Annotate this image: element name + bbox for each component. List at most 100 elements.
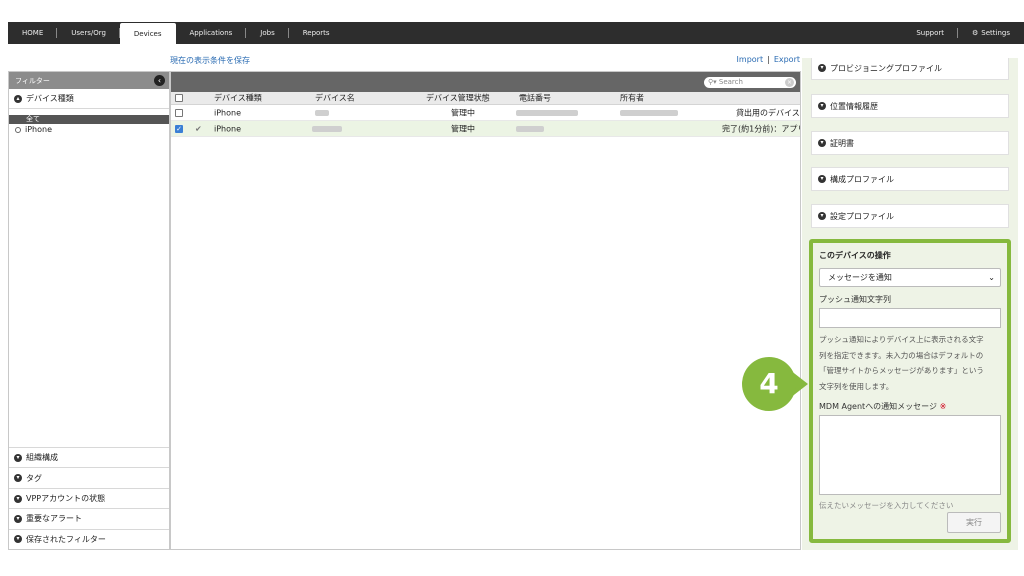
accordion-provisioning-profile[interactable]: ▾ プロビジョニングプロファイル <box>811 58 1009 80</box>
device-detail-panel: ▾ プロビジョニングプロファイル ▾ 位置情報履歴 ▾ 証明書 ▾ 構成プロファイル ▾… <box>802 58 1018 550</box>
accordion-settings-profile[interactable]: ▾ 設定プロファイル <box>811 204 1009 228</box>
accordion-location-history[interactable]: ▾ 位置情報履歴 <box>811 94 1009 118</box>
import-export-separator: | <box>767 55 770 64</box>
operations-title: このデバイスの操作 <box>819 251 891 260</box>
column-management-status[interactable]: デバイス管理状態 <box>426 93 490 104</box>
filter-option-all[interactable]: 全て <box>9 115 169 124</box>
filter-panel: フィルター ‹ ▴ デバイス種類 全て iPhone ▾ 組織構成 ▾ タグ ▾… <box>8 71 170 550</box>
filter-title: フィルター <box>15 76 50 85</box>
accordion-certificates[interactable]: ▾ 証明書 <box>811 131 1009 155</box>
column-device-name[interactable]: デバイス名 <box>315 93 355 104</box>
device-list-toolbar: ⚲▾ Search × <box>171 72 800 92</box>
device-list-panel: ⚲▾ Search × デバイス種類 デバイス名 デバイス管理状態 電話番号 所… <box>170 71 801 550</box>
sub-toolbar: 現在の表示条件を保存 Import | Export <box>170 55 802 67</box>
push-text-input[interactable] <box>819 308 1001 328</box>
table-row[interactable]: ✓ ✔ iPhone 管理中 完了(約1分前)：アプリ <box>171 121 800 137</box>
search-placeholder: Search <box>718 78 743 86</box>
nav-reports[interactable]: Reports <box>289 22 344 44</box>
cell-note: 貸出用のデバイスです <box>736 108 800 117</box>
cell-management-status: 管理中 <box>451 108 475 117</box>
row-checkbox[interactable] <box>175 108 183 117</box>
execute-button[interactable]: 実行 <box>947 512 1001 533</box>
nav-jobs[interactable]: Jobs <box>246 22 290 44</box>
filter-group-label: タグ <box>26 473 42 483</box>
device-operations-box: このデバイスの操作 メッセージを通知 ⌄ プッシュ通知文字列 プッシュ通知により… <box>809 239 1011 543</box>
row-checkbox[interactable]: ✓ <box>175 124 183 133</box>
accordion-label: 証明書 <box>830 138 854 148</box>
search-input[interactable]: ⚲▾ Search × <box>704 77 796 88</box>
filter-bottom-groups: ▾ 組織構成 ▾ タグ ▾ VPPアカウントの状態 ▾ 重要なアラート ▾ 保存… <box>9 447 169 549</box>
checkmark-icon: ✔ <box>195 124 202 133</box>
table-header: デバイス種類 デバイス名 デバイス管理状態 電話番号 所有者 <box>171 92 800 105</box>
agent-message-label: MDM Agentへの通知メッセージ ※ <box>819 401 1001 412</box>
import-export: Import | Export <box>737 55 800 64</box>
agent-message-label-text: MDM Agentへの通知メッセージ <box>819 402 938 411</box>
import-link[interactable]: Import <box>737 55 764 64</box>
filter-header: フィルター ‹ <box>9 72 169 89</box>
chevron-down-icon: ▾ <box>818 175 826 183</box>
nav-settings[interactable]: ⚙ Settings <box>958 22 1024 44</box>
nav-devices[interactable]: Devices <box>119 23 176 44</box>
push-help-line: 列を指定できます。未入力の場合はデフォルトの <box>819 350 984 360</box>
agent-message-help: 伝えたいメッセージを入力してください <box>819 501 954 510</box>
filter-group-label: VPPアカウントの状態 <box>26 494 106 504</box>
cell-device-type: iPhone <box>214 124 242 133</box>
step-callout-badge: 4 <box>742 357 796 411</box>
export-link[interactable]: Export <box>774 55 800 64</box>
filter-option-iphone[interactable]: iPhone <box>9 125 169 134</box>
collapse-filter-button[interactable]: ‹ <box>154 75 165 86</box>
filter-device-type[interactable]: ▴ デバイス種類 <box>9 89 169 109</box>
filter-device-type-label: デバイス種類 <box>26 94 74 103</box>
chevron-down-icon: ▾ <box>818 102 826 110</box>
push-text-help: プッシュ通知によりデバイス上に表示される文字 列を指定できます。未入力の場合はデ… <box>819 332 1001 394</box>
gear-icon: ⚙ <box>972 29 979 37</box>
chevron-down-icon: ▾ <box>14 514 22 523</box>
cell-device-name-redacted <box>312 125 342 132</box>
action-select-value: メッセージを通知 <box>828 273 892 282</box>
chevron-down-icon: ▾ <box>14 494 22 503</box>
action-select[interactable]: メッセージを通知 ⌄ <box>819 268 1001 287</box>
cell-owner-redacted <box>620 109 678 116</box>
chevron-down-icon: ▾ <box>818 212 826 220</box>
nav-applications[interactable]: Applications <box>176 22 247 44</box>
filter-org-structure[interactable]: ▾ 組織構成 <box>9 447 169 467</box>
filter-tags[interactable]: ▾ タグ <box>9 467 169 487</box>
push-help-line: 「管理サイトからメッセージがあります」という <box>819 366 984 375</box>
column-device-type[interactable]: デバイス種類 <box>214 93 262 104</box>
cell-management-status: 管理中 <box>451 124 475 133</box>
clear-search-icon[interactable]: × <box>785 78 794 87</box>
chevron-down-icon: ▾ <box>14 453 22 462</box>
cell-device-name-redacted <box>315 109 329 116</box>
column-phone-number[interactable]: 電話番号 <box>519 93 551 104</box>
column-owner[interactable]: 所有者 <box>620 93 644 104</box>
nav-settings-label: Settings <box>981 29 1010 37</box>
cell-note: 完了(約1分前)：アプリ <box>722 124 801 133</box>
agent-message-textarea[interactable] <box>819 415 1001 495</box>
select-all-checkbox[interactable] <box>175 94 183 102</box>
required-mark: ※ <box>939 402 947 411</box>
save-view-conditions-link[interactable]: 現在の表示条件を保存 <box>170 55 250 66</box>
push-help-line: プッシュ通知によりデバイス上に表示される文字 <box>819 335 984 344</box>
filter-important-alerts[interactable]: ▾ 重要なアラート <box>9 508 169 528</box>
chevron-down-icon: ▾ <box>818 139 826 147</box>
search-icon: ⚲▾ <box>708 78 717 86</box>
nav-users-org[interactable]: Users/Org <box>57 22 120 44</box>
filter-saved-filters[interactable]: ▾ 保存されたフィルター <box>9 528 169 549</box>
filter-group-label: 組織構成 <box>26 453 58 463</box>
nav-support[interactable]: Support <box>902 22 958 44</box>
accordion-label: 位置情報履歴 <box>830 101 878 111</box>
chevron-up-icon: ▴ <box>14 94 22 103</box>
chevron-down-icon: ▾ <box>818 64 826 72</box>
top-nav: HOME Users/Org Devices Applications Jobs… <box>8 22 1024 44</box>
accordion-configuration-profile[interactable]: ▾ 構成プロファイル <box>811 167 1009 191</box>
filter-option-iphone-label: iPhone <box>25 125 53 134</box>
radio-icon <box>15 126 21 133</box>
chevron-down-icon: ▾ <box>14 474 22 483</box>
cell-phone-redacted <box>516 125 544 132</box>
table-row[interactable]: iPhone 管理中 貸出用のデバイスです <box>171 105 800 121</box>
push-help-line: 文字列を使用します。 <box>819 381 894 391</box>
nav-home[interactable]: HOME <box>8 22 58 44</box>
filter-vpp-account-status[interactable]: ▾ VPPアカウントの状態 <box>9 487 169 508</box>
chevron-down-icon: ▾ <box>14 535 22 544</box>
